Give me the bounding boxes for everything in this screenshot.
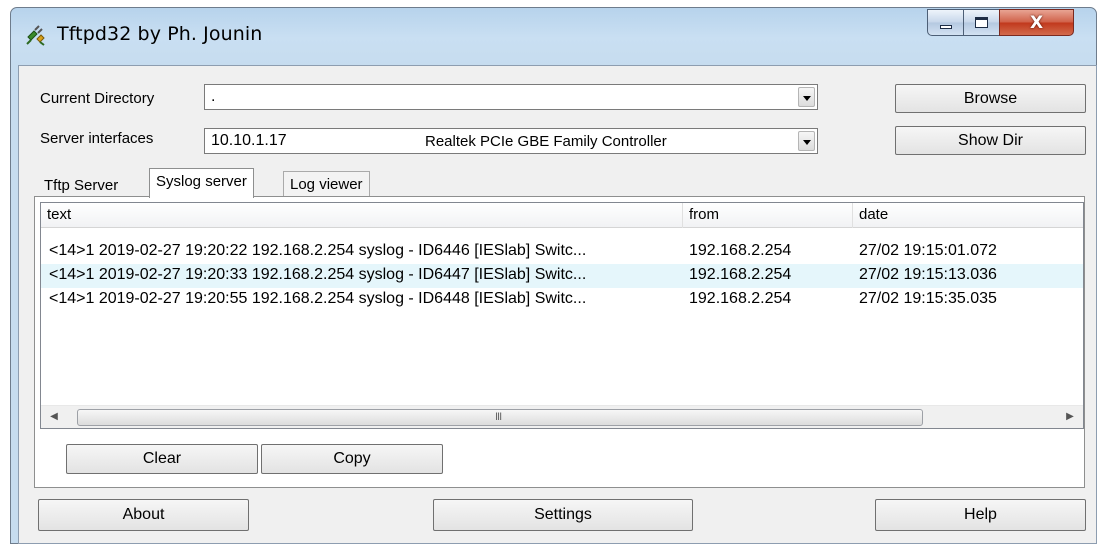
row-from: 192.168.2.254 xyxy=(689,266,792,283)
help-button[interactable]: Help xyxy=(875,499,1086,531)
table-row[interactable]: <14>1 2019-02-27 19:20:55 192.168.2.254 … xyxy=(41,288,1083,312)
column-header-text[interactable]: text xyxy=(41,203,683,228)
row-date: 27/02 19:15:13.036 xyxy=(859,266,997,283)
list-header: text from date xyxy=(41,203,1083,228)
about-button[interactable]: About xyxy=(38,499,249,531)
grip-icon: III xyxy=(495,411,502,423)
chevron-down-icon[interactable] xyxy=(798,131,815,151)
minimize-icon xyxy=(939,24,952,29)
browse-button[interactable]: Browse xyxy=(895,84,1086,113)
chevron-down-icon[interactable] xyxy=(798,87,815,107)
table-row[interactable]: <14>1 2019-02-27 19:20:33 192.168.2.254 … xyxy=(41,264,1083,288)
column-header-date[interactable]: date xyxy=(853,203,1083,228)
column-header-from[interactable]: from xyxy=(683,203,853,228)
window-title: Tftpd32 by Ph. Jounin xyxy=(57,23,263,45)
syslog-list[interactable]: text from date <14>1 2019-02-27 19:20:22… xyxy=(40,202,1084,429)
tab-log-viewer[interactable]: Log viewer xyxy=(283,171,370,198)
scroll-left-icon[interactable]: ◀ xyxy=(47,409,61,425)
close-icon: X xyxy=(1029,12,1044,33)
server-ip-value: 10.10.1.17 xyxy=(211,132,287,149)
minimize-button[interactable] xyxy=(927,9,964,36)
server-adapter-value: Realtek PCIe GBE Family Controller xyxy=(425,133,667,150)
scroll-right-icon[interactable]: ▶ xyxy=(1063,409,1077,425)
tab-tftp-server[interactable]: Tftp Server xyxy=(44,177,118,194)
settings-button[interactable]: Settings xyxy=(433,499,693,531)
horizontal-scrollbar[interactable]: ◀ III ▶ xyxy=(41,405,1083,428)
maximize-button[interactable] xyxy=(963,9,1000,36)
current-directory-combo[interactable]: . xyxy=(204,84,818,110)
row-text: <14>1 2019-02-27 19:20:33 192.168.2.254 … xyxy=(49,266,587,283)
show-dir-button[interactable]: Show Dir xyxy=(895,126,1086,155)
row-text: <14>1 2019-02-27 19:20:22 192.168.2.254 … xyxy=(49,242,587,259)
current-directory-label: Current Directory xyxy=(40,90,155,107)
row-date: 27/02 19:15:35.035 xyxy=(859,290,997,307)
close-button[interactable]: X xyxy=(999,9,1074,36)
title-bar[interactable]: Tftpd32 by Ph. Jounin X xyxy=(11,8,1096,66)
tab-syslog-server[interactable]: Syslog server xyxy=(149,168,254,198)
network-plug-icon xyxy=(26,25,45,46)
clear-button[interactable]: Clear xyxy=(66,444,258,474)
row-from: 192.168.2.254 xyxy=(689,290,792,307)
copy-button[interactable]: Copy xyxy=(261,444,443,474)
server-interfaces-combo[interactable]: 10.10.1.17 Realtek PCIe GBE Family Contr… xyxy=(204,128,818,154)
row-text: <14>1 2019-02-27 19:20:55 192.168.2.254 … xyxy=(49,290,587,307)
syslog-panel: text from date <14>1 2019-02-27 19:20:22… xyxy=(34,196,1085,488)
scrollbar-thumb[interactable]: III xyxy=(77,409,923,426)
table-row[interactable]: <14>1 2019-02-27 19:20:22 192.168.2.254 … xyxy=(41,240,1083,264)
maximize-icon xyxy=(975,17,988,28)
server-interfaces-label: Server interfaces xyxy=(40,130,154,147)
current-directory-value: . xyxy=(211,88,216,105)
row-date: 27/02 19:15:01.072 xyxy=(859,242,997,259)
row-from: 192.168.2.254 xyxy=(689,242,792,259)
